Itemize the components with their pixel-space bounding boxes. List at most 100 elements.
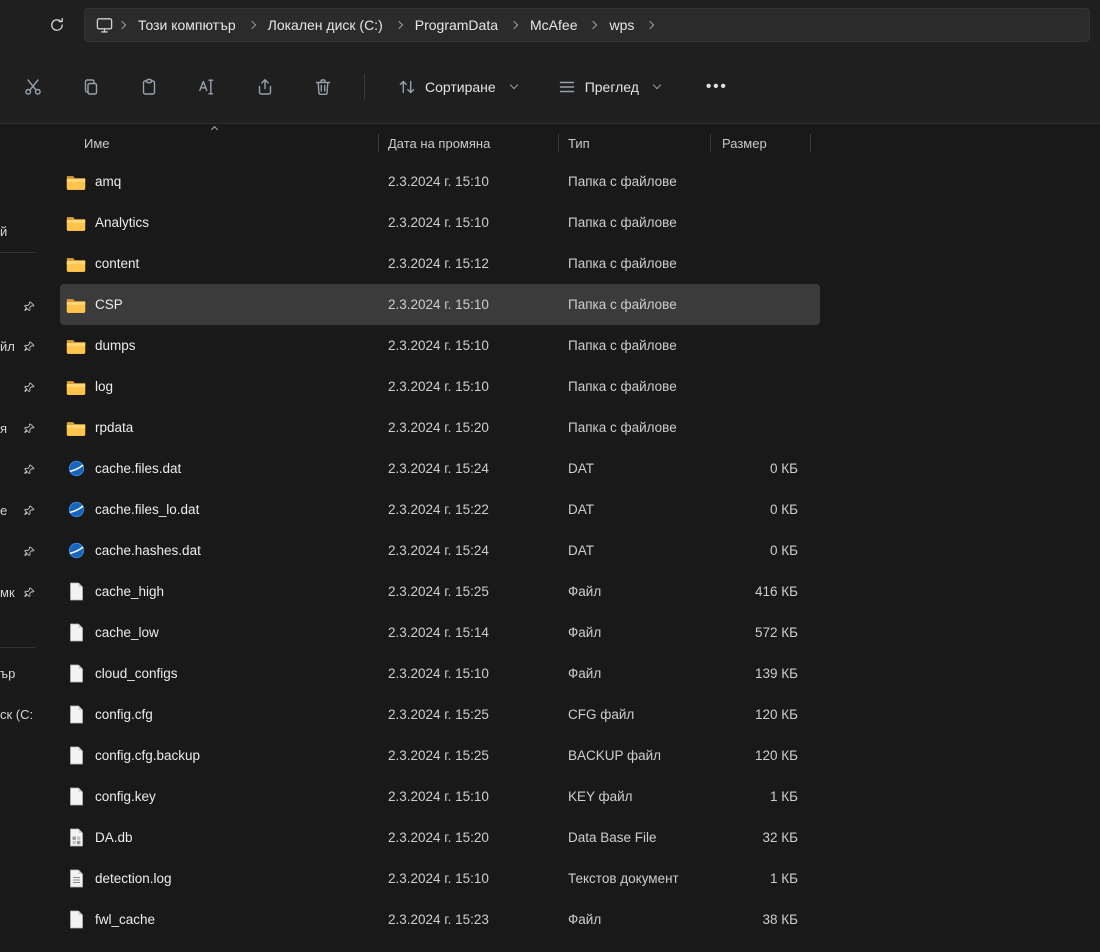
rename-button[interactable] [186, 67, 228, 107]
file-type: Файл [558, 912, 710, 927]
toolbar: Сортиране Преглед ••• [0, 50, 1100, 124]
file-row[interactable]: config.cfg2.3.2024 г. 15:25CFG файл120 К… [60, 694, 820, 735]
file-date: 2.3.2024 г. 15:23 [378, 912, 558, 927]
sidebar-item-fragment[interactable] [0, 542, 42, 560]
file-size: 572 КБ [710, 625, 810, 640]
file-name: content [95, 256, 139, 271]
file-name-cell: amq [60, 174, 378, 190]
file-name-cell: cache_high [60, 582, 378, 601]
file-row[interactable]: cache.files.dat2.3.2024 г. 15:24DAT0 КБ [60, 448, 820, 489]
sidebar-item-fragment[interactable]: е [0, 501, 42, 519]
cut-button[interactable] [12, 67, 54, 107]
file-row[interactable]: config.key2.3.2024 г. 15:10KEY файл1 КБ [60, 776, 820, 817]
breadcrumb-chevron-icon [395, 21, 403, 29]
pin-icon [24, 341, 35, 352]
file-date: 2.3.2024 г. 15:24 [378, 543, 558, 558]
view-button[interactable]: Преглед [545, 68, 672, 106]
breadcrumb-chevron-icon [589, 21, 597, 29]
breadcrumb-item[interactable]: ProgramData [407, 17, 506, 33]
sidebar-divider [0, 252, 36, 253]
sidebar-item-fragment[interactable]: ър [0, 664, 42, 682]
paste-button[interactable] [128, 67, 170, 107]
file-type: DAT [558, 461, 710, 476]
column-header-date[interactable]: Дата на промяна [378, 136, 558, 151]
sidebar-item-fragment[interactable]: йл [0, 337, 42, 355]
file-row[interactable]: log2.3.2024 г. 15:10Папка с файлове [60, 366, 820, 407]
file-name-cell: DA.db [60, 828, 378, 847]
breadcrumb-item[interactable]: wps [601, 17, 642, 33]
log-file-icon [66, 869, 86, 888]
column-separator[interactable] [710, 134, 711, 152]
file-type: Папка с файлове [558, 420, 710, 435]
address-bar-input[interactable]: Този компютър Локален диск (C:) ProgramDat… [84, 8, 1090, 42]
file-row[interactable]: cache.files_lo.dat2.3.2024 г. 15:22DAT0 … [60, 489, 820, 530]
pin-icon [24, 505, 35, 516]
file-row[interactable]: fwl_cache2.3.2024 г. 15:23Файл38 КБ [60, 899, 820, 940]
copy-button[interactable] [70, 67, 112, 107]
file-name: cache.hashes.dat [95, 543, 201, 558]
sidebar-item-fragment[interactable] [0, 378, 42, 396]
file-row[interactable]: dumps2.3.2024 г. 15:10Папка с файлове [60, 325, 820, 366]
column-header-size[interactable]: Размер [710, 136, 810, 151]
file-name: cache.files_lo.dat [95, 502, 199, 517]
file-row[interactable]: amq2.3.2024 г. 15:10Папка с файлове [60, 161, 820, 202]
file-type: Папка с файлове [558, 174, 710, 189]
column-separator[interactable] [378, 134, 379, 152]
column-header-type[interactable]: Тип [558, 136, 710, 151]
sidebar-item-label: я [0, 421, 7, 436]
copy-icon [81, 77, 101, 97]
breadcrumb-item[interactable]: Този компютър [130, 17, 244, 33]
share-button[interactable] [244, 67, 286, 107]
sidebar-item-fragment[interactable]: я [0, 419, 42, 437]
file-date: 2.3.2024 г. 15:10 [378, 666, 558, 681]
file-row[interactable]: rpdata2.3.2024 г. 15:20Папка с файлове [60, 407, 820, 448]
column-headers: Име Дата на промяна Тип Размер [60, 125, 820, 161]
file-row[interactable]: CSP2.3.2024 г. 15:10Папка с файлове [60, 284, 820, 325]
dat-file-icon [66, 460, 86, 477]
sidebar-item-fragment[interactable] [0, 460, 42, 478]
file-icon [66, 623, 86, 642]
delete-button[interactable] [302, 67, 344, 107]
sort-button[interactable]: Сортиране [385, 68, 529, 106]
file-row[interactable]: config.cfg.backup2.3.2024 г. 15:25BACKUP… [60, 735, 820, 776]
file-row[interactable]: cache_low2.3.2024 г. 15:14Файл572 КБ [60, 612, 820, 653]
file-date: 2.3.2024 г. 15:10 [378, 871, 558, 886]
file-row[interactable]: DA.db2.3.2024 г. 15:20Data Base File32 К… [60, 817, 820, 858]
file-icon [66, 582, 86, 601]
file-size: 0 КБ [710, 543, 810, 558]
sidebar-item-fragment[interactable]: й [0, 222, 42, 240]
file-type: Папка с файлове [558, 379, 710, 394]
column-header-name[interactable]: Име [60, 136, 378, 151]
breadcrumb-item[interactable]: Локален диск (C:) [260, 17, 391, 33]
breadcrumb-item[interactable]: McAfee [522, 17, 585, 33]
file-name-cell: detection.log [60, 869, 378, 888]
pin-icon [24, 382, 35, 393]
column-separator[interactable] [810, 134, 811, 152]
breadcrumb-chevron-icon [247, 21, 255, 29]
more-options-button[interactable]: ••• [696, 70, 738, 103]
file-row[interactable]: cache.hashes.dat2.3.2024 г. 15:24DAT0 КБ [60, 530, 820, 571]
file-date: 2.3.2024 г. 15:25 [378, 584, 558, 599]
file-name: config.key [95, 789, 156, 804]
folder-icon [66, 174, 86, 190]
trash-icon [313, 77, 333, 97]
file-row[interactable]: cache_high2.3.2024 г. 15:25Файл416 КБ [60, 571, 820, 612]
file-date: 2.3.2024 г. 15:22 [378, 502, 558, 517]
file-row[interactable]: detection.log2.3.2024 г. 15:10Текстов до… [60, 858, 820, 899]
sort-ascending-icon [211, 126, 218, 133]
column-header-size-label: Размер [722, 136, 767, 151]
file-size: 416 КБ [710, 584, 810, 599]
sidebar-item-fragment[interactable] [0, 297, 42, 315]
file-list: Име Дата на промяна Тип Размер amq2.3.20… [60, 125, 820, 952]
file-name-cell: config.key [60, 787, 378, 806]
this-pc-icon[interactable] [95, 16, 114, 34]
sidebar-item-fragment[interactable]: ск (C: [0, 705, 42, 723]
sidebar-item-fragment[interactable]: мк [0, 583, 42, 601]
file-row[interactable]: cloud_configs2.3.2024 г. 15:10Файл139 КБ [60, 653, 820, 694]
file-name: dumps [95, 338, 136, 353]
navigation-pane: й йл я е мк ър ск (C: [0, 125, 46, 952]
refresh-button[interactable] [40, 8, 74, 42]
file-row[interactable]: Analytics2.3.2024 г. 15:10Папка с файлов… [60, 202, 820, 243]
file-row[interactable]: content2.3.2024 г. 15:12Папка с файлове [60, 243, 820, 284]
column-separator[interactable] [558, 134, 559, 152]
